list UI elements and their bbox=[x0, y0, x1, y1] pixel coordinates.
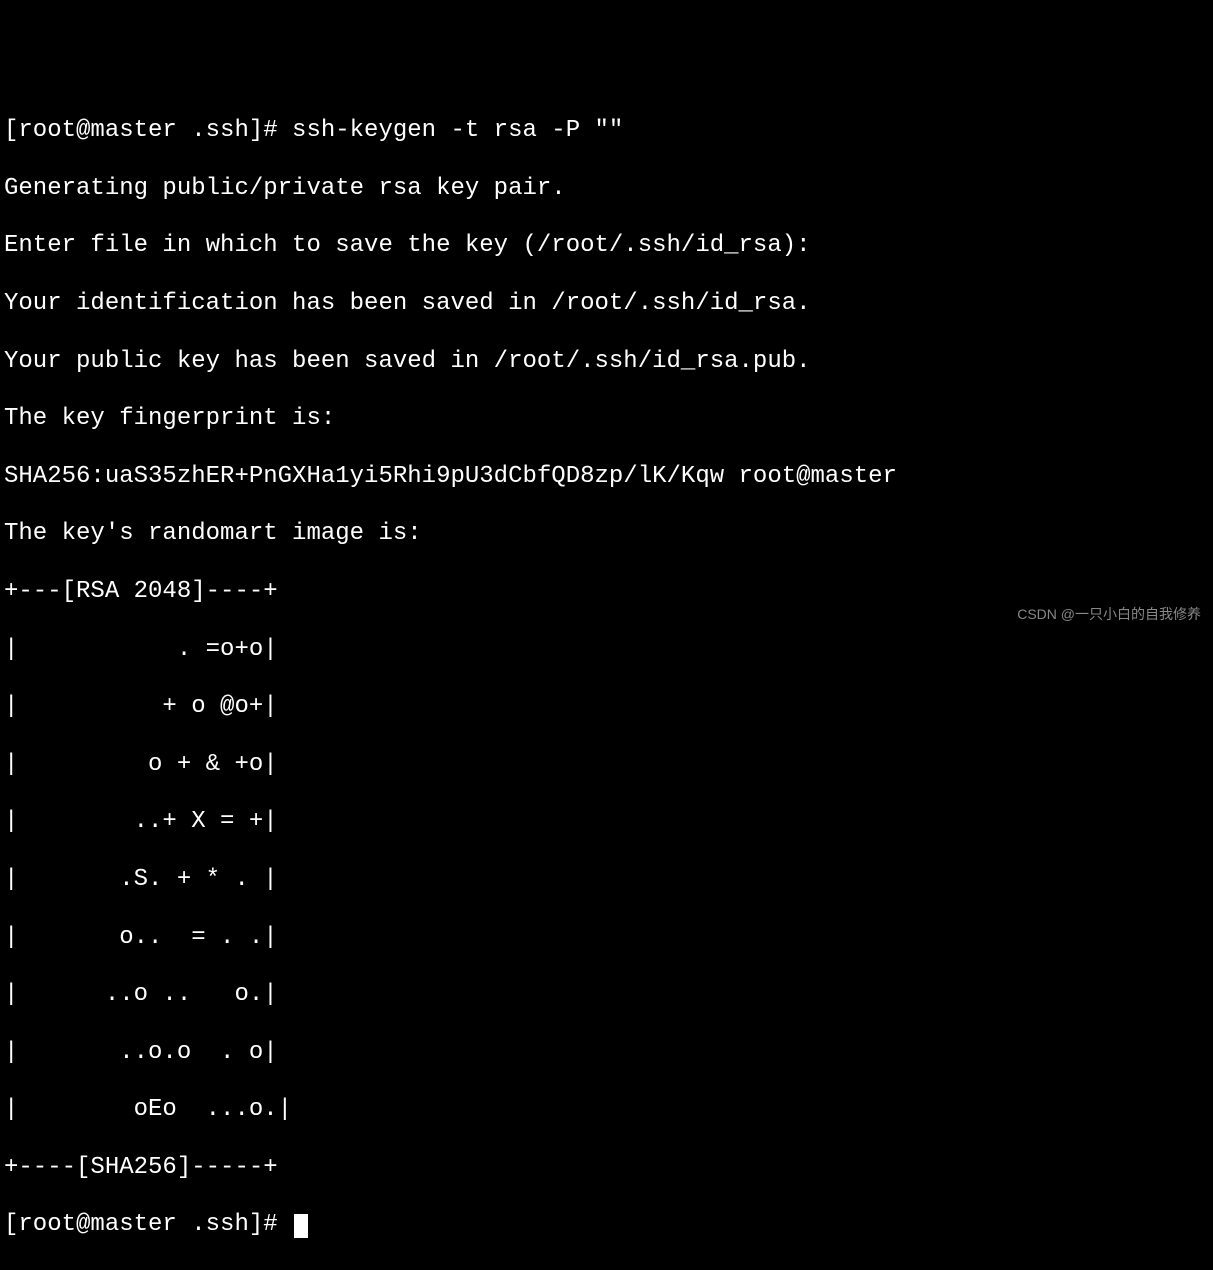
terminal-prompt-line[interactable]: [root@master .ssh]# bbox=[4, 1211, 1209, 1240]
randomart-row: | .S. + * . | bbox=[4, 866, 1209, 895]
randomart-row: | oEo ...o.| bbox=[4, 1096, 1209, 1125]
terminal-output-fingerprint-value: SHA256:uaS35zhER+PnGXHa1yi5Rhi9pU3dCbfQD… bbox=[4, 463, 1209, 492]
watermark-text: CSDN @一只小白的自我修养 bbox=[1017, 606, 1201, 623]
randomart-row: | ..o .. o.| bbox=[4, 981, 1209, 1010]
randomart-border-bottom: +----[SHA256]-----+ bbox=[4, 1154, 1209, 1183]
terminal-output-enter-file: Enter file in which to save the key (/ro… bbox=[4, 232, 1209, 261]
randomart-row: | o.. = . .| bbox=[4, 924, 1209, 953]
terminal-output-generating: Generating public/private rsa key pair. bbox=[4, 175, 1209, 204]
randomart-border-top: +---[RSA 2048]----+ bbox=[4, 578, 1209, 607]
terminal-output-randomart-label: The key's randomart image is: bbox=[4, 520, 1209, 549]
randomart-row: | ..o.o . o| bbox=[4, 1039, 1209, 1068]
randomart-row: | o + & +o| bbox=[4, 751, 1209, 780]
terminal-prompt: [root@master .ssh]# bbox=[4, 1211, 292, 1238]
terminal-output-pubkey-saved: Your public key has been saved in /root/… bbox=[4, 348, 1209, 377]
terminal-command-line: [root@master .ssh]# ssh-keygen -t rsa -P… bbox=[4, 117, 1209, 146]
randomart-row: | + o @o+| bbox=[4, 693, 1209, 722]
cursor-icon bbox=[294, 1214, 308, 1238]
terminal-output-identification-saved: Your identification has been saved in /r… bbox=[4, 290, 1209, 319]
terminal-output-fingerprint-label: The key fingerprint is: bbox=[4, 405, 1209, 434]
randomart-row: | . =o+o| bbox=[4, 636, 1209, 665]
randomart-row: | ..+ X = +| bbox=[4, 808, 1209, 837]
